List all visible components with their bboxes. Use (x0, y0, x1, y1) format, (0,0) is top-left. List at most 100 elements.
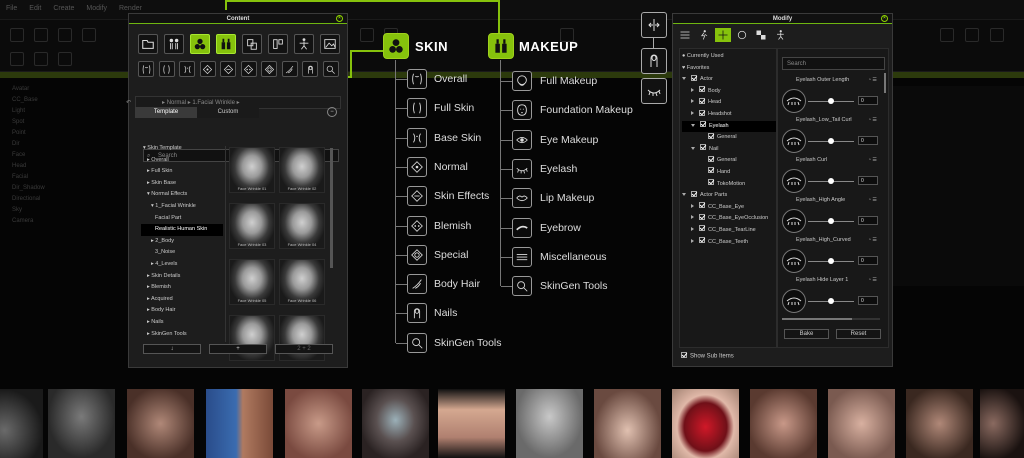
align-tool-button[interactable] (641, 12, 667, 38)
app-tree-item[interactable]: CC_Base (0, 97, 135, 108)
thumbnail[interactable]: Face Wrinkle 05 (229, 259, 275, 305)
skin-category-label[interactable]: Special (434, 249, 468, 261)
checkbox[interactable] (699, 213, 705, 220)
thumbnail[interactable] (229, 315, 275, 361)
accessory-icon[interactable] (268, 34, 288, 54)
slider-handle[interactable] (828, 98, 834, 104)
app-tree-item[interactable]: Light (0, 108, 135, 119)
breadcrumb-item[interactable]: Normal (167, 100, 186, 106)
preview-skin-closeup[interactable] (0, 389, 43, 458)
tree-item[interactable]: ▸ Blemish (141, 282, 223, 294)
checkbox[interactable] (699, 225, 705, 232)
normal-icon[interactable] (199, 61, 216, 77)
preview-scar[interactable] (285, 389, 352, 458)
tree-item[interactable]: ▾ 1_Facial Wrinkle (141, 201, 223, 213)
morph-icon[interactable] (715, 28, 731, 42)
makeup-skingen-icon[interactable] (512, 276, 532, 297)
lock-icon[interactable]: ◔ ☰ (868, 277, 877, 283)
slider-handle[interactable] (828, 258, 834, 264)
slider-value[interactable]: 0 (858, 176, 878, 185)
makeup-eyelash-icon[interactable] (512, 158, 532, 179)
tree-item[interactable]: ▸ Nails (141, 317, 223, 329)
overall-icon[interactable] (138, 61, 154, 77)
makeup-category-label[interactable]: SkinGen Tools (540, 280, 608, 292)
makeup-misc-icon[interactable] (512, 246, 532, 267)
base-skin-icon[interactable] (179, 61, 195, 77)
scrollbar[interactable] (330, 148, 333, 268)
tree-item[interactable]: ▾ Normal Effects (141, 189, 223, 201)
skin-nails-icon[interactable] (407, 303, 427, 324)
skin-overall-icon[interactable] (407, 69, 427, 89)
app-tree-item[interactable]: Spot (0, 119, 135, 130)
reset-button[interactable]: Reset (836, 329, 881, 339)
makeup-category-label[interactable]: Foundation Makeup (540, 104, 633, 116)
expand-arrow-icon[interactable] (682, 193, 686, 197)
full-skin-icon[interactable] (158, 61, 175, 77)
makeup-category-label[interactable]: Lip Makeup (540, 192, 594, 204)
preview-eye-makeup[interactable] (362, 389, 429, 458)
skin-effects-icon[interactable] (220, 61, 236, 77)
material-icon[interactable] (734, 28, 750, 42)
app-tree-item[interactable]: Sky (0, 207, 135, 218)
app-menu-item[interactable]: Modify (86, 5, 107, 14)
tree-item[interactable]: ▸ SkinGen Tools (141, 329, 223, 341)
app-tree-item[interactable]: Head (0, 163, 135, 174)
skin-category-label[interactable]: Skin Effects (434, 190, 489, 202)
preview-aged-face[interactable] (127, 389, 194, 458)
checkbox[interactable] (699, 86, 705, 93)
thumbnail[interactable]: Face Wrinkle 03 (229, 203, 275, 249)
checkbox[interactable] (691, 74, 697, 81)
skin-category-label[interactable]: Normal (434, 161, 468, 173)
slider-value[interactable]: 0 (858, 296, 878, 305)
skin-category-label[interactable]: Blemish (434, 220, 471, 232)
expand-arrow-icon[interactable] (691, 238, 694, 243)
expand-arrow-icon[interactable] (682, 77, 686, 81)
expand-arrow-icon[interactable] (691, 203, 694, 208)
show-sub-items-checkbox[interactable]: Show Sub Items (679, 352, 734, 360)
modify-tree-item[interactable]: ♥ Favorites (682, 63, 776, 75)
expand-arrow-icon[interactable] (691, 226, 694, 231)
modify-tree-item[interactable]: CC_Base_Eye (682, 202, 776, 214)
preview-tattoo[interactable] (750, 389, 817, 458)
bake-button[interactable]: Bake (784, 329, 829, 339)
tree-item[interactable]: ▸ Body Hair (141, 305, 223, 317)
checker-icon[interactable] (753, 28, 769, 42)
makeup-fullmakeup-icon[interactable] (512, 71, 532, 91)
preview-neck[interactable] (906, 389, 973, 458)
lock-icon[interactable]: ◔ ☰ (868, 157, 877, 163)
lock-icon[interactable]: ◔ ☰ (868, 117, 877, 123)
tab-template[interactable]: Template (135, 107, 197, 118)
h-scrollbar[interactable] (782, 318, 880, 320)
tree-item[interactable]: ▸ Skin Base (141, 178, 223, 190)
makeup-category-label[interactable]: Full Makeup (540, 75, 597, 87)
lock-icon[interactable]: ◔ ☰ (868, 77, 877, 83)
thumbnail[interactable]: Face Wrinkle 02 (279, 147, 325, 193)
clothes-icon[interactable] (242, 34, 262, 54)
makeup-category-label[interactable]: Eye Makeup (540, 134, 598, 146)
download-button[interactable]: ↓ (143, 344, 201, 354)
avatar-icon[interactable] (164, 34, 184, 54)
skin-fullskin-icon[interactable] (407, 98, 427, 119)
tab-custom[interactable]: Custom (197, 107, 259, 118)
app-tree-item[interactable]: Face (0, 152, 135, 163)
motion-icon[interactable] (294, 34, 314, 54)
preview-closed-eye[interactable] (828, 389, 895, 458)
checkbox[interactable] (708, 167, 714, 174)
tree-item[interactable]: Facial Part (141, 213, 223, 225)
modify-tree-item[interactable]: Nail (682, 144, 776, 156)
checkbox[interactable] (700, 121, 706, 128)
skin-baseskin-icon[interactable] (407, 127, 427, 148)
expand-arrow-icon[interactable] (691, 123, 695, 127)
makeup-category-label[interactable]: Miscellaneous (540, 251, 607, 263)
tree-item[interactable]: ▾ Skin Template (141, 143, 223, 155)
skin-special-icon[interactable] (407, 244, 427, 265)
eyelash-tool-button[interactable] (641, 78, 667, 104)
skin-category-label[interactable]: Nails (434, 307, 457, 319)
nails-icon[interactable] (302, 61, 318, 77)
app-tree-item[interactable]: Camera (0, 218, 135, 229)
app-tree-item[interactable]: Dir_Shadow (0, 185, 135, 196)
checkbox[interactable] (708, 179, 714, 186)
preview-blue-paint-face[interactable] (206, 389, 273, 458)
slider-value[interactable]: 0 (858, 96, 878, 105)
preview-nails[interactable] (438, 389, 505, 458)
